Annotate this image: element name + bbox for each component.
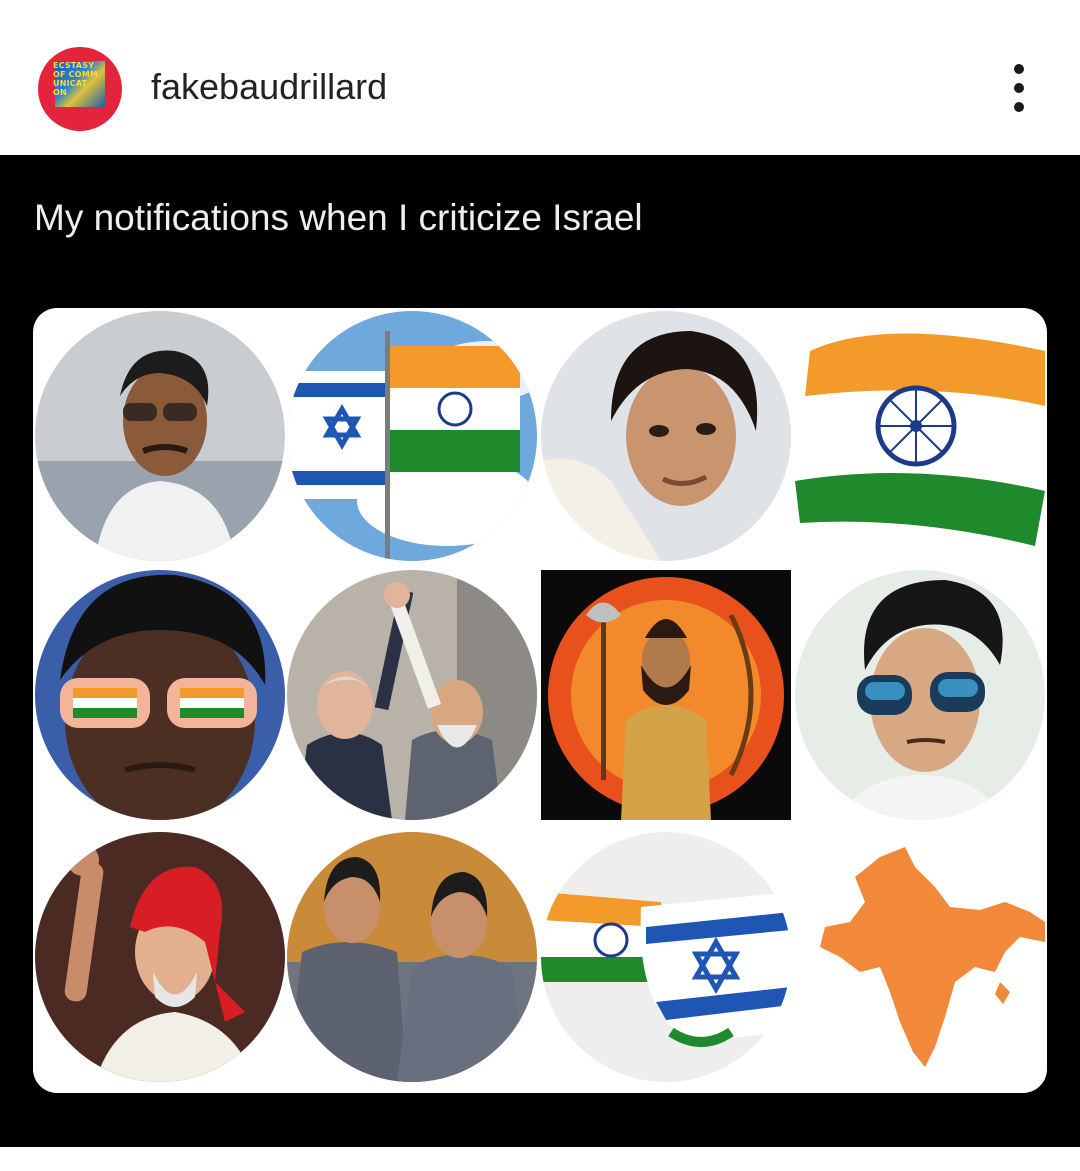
post-image[interactable]: My notifications when I criticize Israel: [0, 155, 1080, 1147]
avatar-twin-actors: [287, 832, 537, 1082]
avatar-flags-handshake: [541, 832, 791, 1082]
avatar-logo-text: ECSTASY OF COMM UNICAT ON: [53, 61, 99, 97]
avatar-young-man-sunglasses: [795, 570, 1045, 820]
avatar-india-flag-brush: [795, 311, 1045, 561]
avatar-india-map: [795, 832, 1045, 1082]
avatar-israel-india-flags: [287, 311, 537, 561]
avatar-leaders-raised-hands: [287, 570, 537, 820]
notifications-grid: [33, 308, 1047, 1093]
post-footer: [0, 1147, 1080, 1171]
avatar-boy-flag-glasses: [35, 570, 285, 820]
avatar-leader-red-turban: [35, 832, 285, 1082]
more-vertical-icon: [1014, 64, 1024, 74]
more-vertical-icon-dot: [1014, 83, 1024, 93]
profile-avatar[interactable]: ECSTASY OF COMM UNICAT ON: [38, 47, 122, 131]
username-link[interactable]: fakebaudrillard: [151, 66, 387, 108]
post-header: ECSTASY OF COMM UNICAT ON fakebaudrillar…: [0, 0, 1080, 155]
avatar-actor-portrait: [541, 311, 791, 561]
more-options-button[interactable]: [996, 58, 1042, 118]
avatar-man-sunglasses: [35, 311, 285, 561]
avatar-deity-axe-bow: [541, 570, 791, 820]
more-vertical-icon-dot: [1014, 102, 1024, 112]
post-caption: My notifications when I criticize Israel: [34, 197, 643, 238]
